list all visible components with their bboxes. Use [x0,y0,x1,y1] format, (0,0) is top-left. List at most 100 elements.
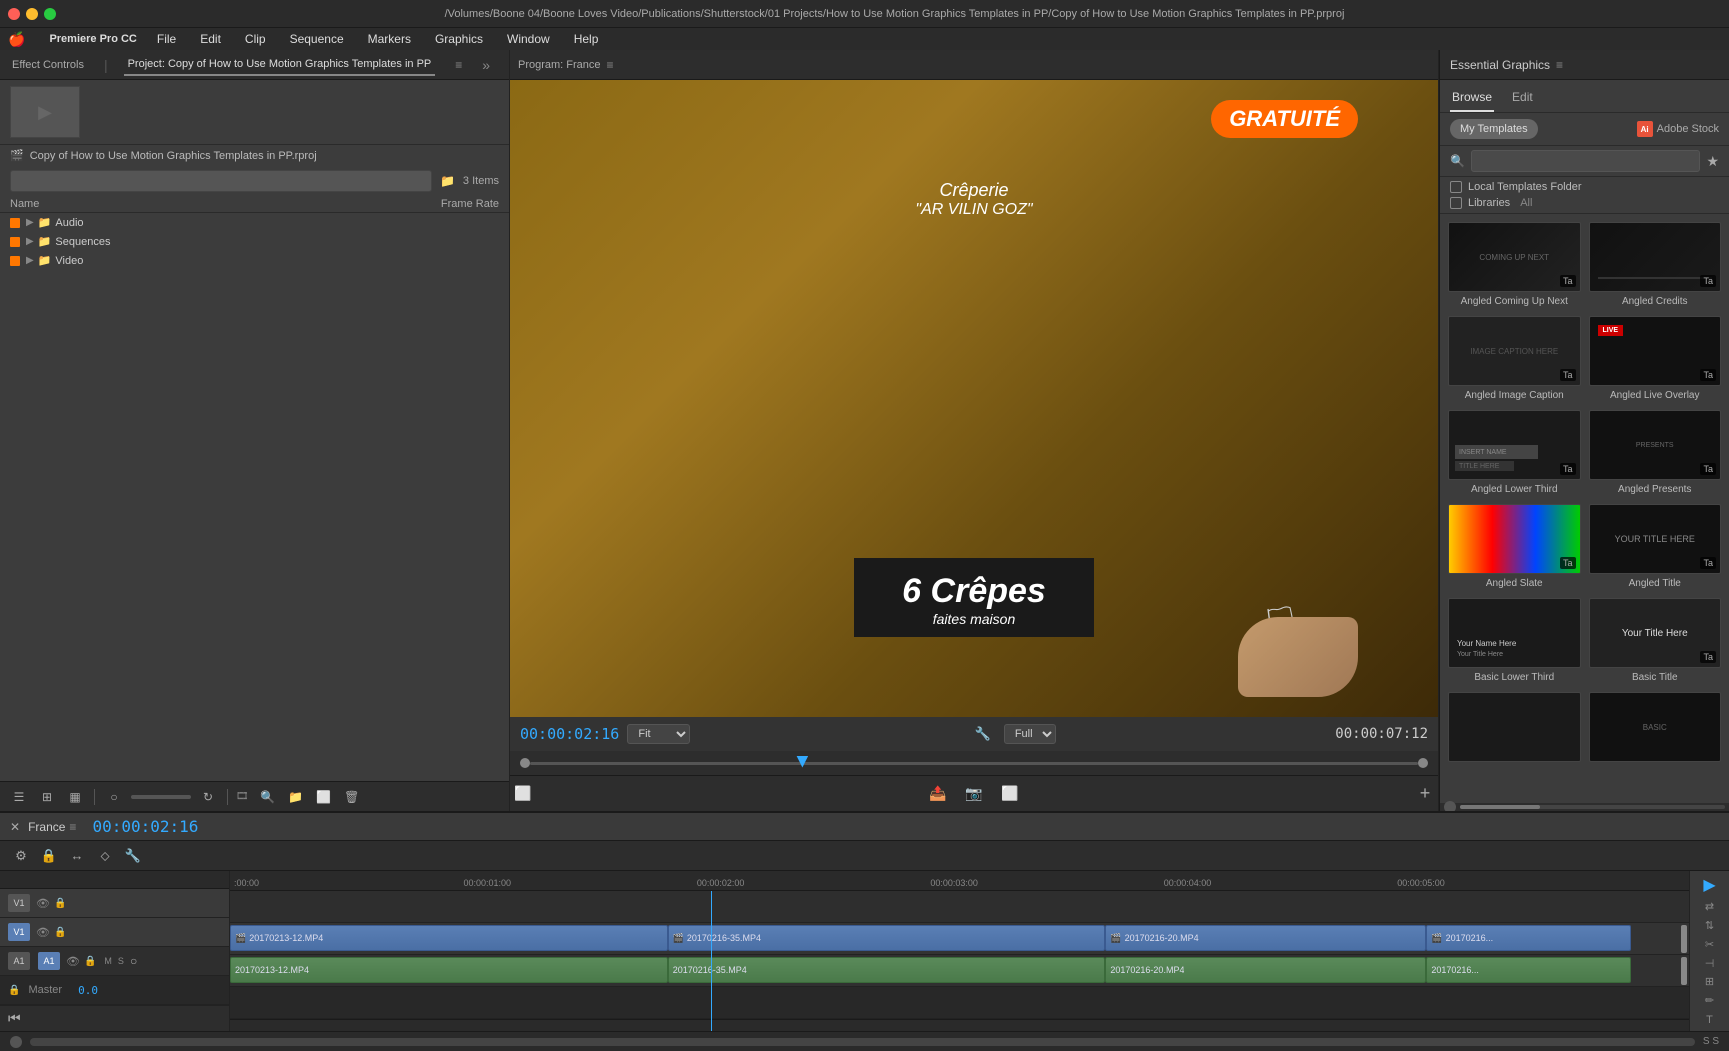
v1-sub-toggle[interactable]: V1 [8,923,30,941]
template-angled-coming-up-next[interactable]: COMING UP NEXT Ta Angled Coming Up Next [1448,222,1581,308]
refresh-btn[interactable]: ↻ [197,786,219,808]
quality-dropdown[interactable]: Full 1/2 1/4 [1004,724,1056,744]
project-tab-menu[interactable]: ≡ [455,58,462,72]
tl-track-select-btn[interactable]: ↔ [66,845,88,867]
clip-block[interactable]: 20170216... [1426,957,1630,983]
monitor-menu-btn[interactable]: ≡ [607,58,614,72]
tab-project[interactable]: Project: Copy of How to Use Motion Graph… [124,54,436,76]
template-basic-lower-third[interactable]: Your Name Here Your Title Here Basic Low… [1448,598,1581,684]
tl-edit-type-btn[interactable]: ⊞ [1699,974,1721,989]
timeline-playhead[interactable] [711,891,712,1031]
panel-expand[interactable]: » [482,57,490,73]
maximize-button[interactable] [44,8,56,20]
close-button[interactable] [8,8,20,20]
template-angled-presents[interactable]: PRESENTS Ta Angled Presents [1589,410,1722,496]
tl-extend-btn[interactable]: ⊣ [1699,956,1721,971]
tab-effect-controls[interactable]: Effect Controls [8,55,88,75]
my-templates-btn[interactable]: My Templates [1450,119,1538,139]
play-back-btn[interactable]: 📤 [926,782,950,806]
scroll-thumb[interactable] [1460,805,1540,809]
a1-lock[interactable]: 🔒 [84,956,96,967]
camera-btn[interactable]: 📷 [962,782,986,806]
template-bottom2[interactable]: BASIC [1589,692,1722,765]
mac-window-controls[interactable] [8,8,56,20]
clip-block[interactable]: 🎬 20170216... [1426,925,1630,951]
tl-ripple-btn[interactable]: ⚙ [10,845,32,867]
v1-sub-lock[interactable]: 🔒 [54,927,66,938]
scroll-track[interactable] [1460,805,1725,809]
tl-play-btn[interactable]: ▶ [1696,875,1724,895]
template-angled-image-caption[interactable]: IMAGE CAPTION HERE Ta Angled Image Capti… [1448,316,1581,402]
monitor-zoom-btn[interactable]: ⬜ [510,781,536,807]
fit-dropdown[interactable]: Fit 25% 50% 75% 100% [627,724,690,744]
a1-eye[interactable]: 👁 [66,955,80,968]
tl-lock-btn[interactable]: 🔒 [38,845,60,867]
menu-sequence[interactable]: Sequence [286,30,348,48]
timeline-zoom-scroll[interactable] [30,1038,1695,1046]
new-bin-btn2[interactable]: ⬜ [313,786,335,808]
template-angled-title[interactable]: YOUR TITLE HERE Ta Angled Title [1589,504,1722,590]
apple-menu[interactable]: 🍎 [8,31,25,48]
list-view-btn[interactable]: ☰ [8,786,30,808]
minimize-button[interactable] [26,8,38,20]
playhead-marker[interactable] [796,756,808,768]
tl-nudge-btn[interactable]: ⇄ [1699,899,1721,914]
clip-block[interactable]: 20170216-20.MP4 [1105,957,1426,983]
search-project-btn[interactable]: 🔍 [257,786,279,808]
template-angled-credits[interactable]: Ta Angled Credits [1589,222,1722,308]
tl-marker-btn[interactable]: ⬦ [94,845,116,867]
eg-scrollbar[interactable] [1440,803,1729,811]
folder-btn[interactable]: 📁 [285,786,307,808]
a1-toggle[interactable]: A1 [8,952,30,970]
eg-menu-btn[interactable]: ≡ [1556,58,1563,72]
template-angled-slate[interactable]: Ta Angled Slate [1448,504,1581,590]
template-angled-lower-third[interactable]: INSERT NAME TITLE HERE Ta Angled Lower T… [1448,410,1581,496]
tab-browse[interactable]: Browse [1450,86,1494,112]
monitor-scrub[interactable] [510,751,1438,775]
zoom-slider[interactable] [131,795,191,799]
expand-icon[interactable]: ▶ [26,236,34,247]
expand-icon[interactable]: ▶ [26,255,34,266]
template-bottom1[interactable] [1448,692,1581,765]
clip-block[interactable]: 🎬 20170216-35.MP4 [668,925,1106,951]
expand-icon[interactable]: ▶ [26,217,34,228]
template-angled-live-overlay[interactable]: LIVE Ta Angled Live Overlay [1589,316,1722,402]
tl-type-btn[interactable]: T [1699,1012,1721,1027]
timeline-close-btn[interactable]: ✕ [10,820,20,834]
scrub-line[interactable] [530,762,1418,765]
adobe-stock-btn[interactable]: Ai Adobe Stock [1637,121,1719,137]
v1-eye[interactable]: 👁 [36,897,50,910]
menu-markers[interactable]: Markers [364,30,415,48]
insert-btn[interactable]: ⬜ [998,782,1022,806]
list-item[interactable]: ▶ 📁 Audio [0,213,509,232]
clip-block[interactable]: 20170216-35.MP4 [668,957,1106,983]
delete-btn[interactable]: 🗑 [341,786,363,808]
eg-search-input[interactable] [1471,150,1700,172]
a1-sub-toggle[interactable]: A1 [38,952,60,970]
v1-toggle[interactable]: V1 [8,894,30,912]
clip-block[interactable]: 🎬 20170213-12.MP4 [230,925,668,951]
v1-sub-eye[interactable]: 👁 [36,926,50,939]
v1-lock[interactable]: 🔒 [54,898,66,909]
menu-graphics[interactable]: Graphics [431,30,487,48]
icon-view-btn[interactable]: ▦ [64,786,86,808]
menu-file[interactable]: File [153,30,180,48]
add-btn[interactable]: + [1412,781,1438,807]
tl-nudge2-btn[interactable]: ⇅ [1699,918,1721,933]
libraries-checkbox[interactable] [1450,197,1462,209]
clip-block[interactable]: 20170213-12.MP4 [230,957,668,983]
grid-view-btn[interactable]: ⊞ [36,786,58,808]
list-item[interactable]: ▶ 📁 Video [0,251,509,270]
favorites-btn[interactable]: ★ [1706,153,1719,170]
menu-edit[interactable]: Edit [196,30,225,48]
zoom-minus-btn[interactable] [10,1036,22,1048]
wrench-btn[interactable]: 🔧 [970,721,996,747]
new-bin-button[interactable]: 📁 [440,174,455,188]
menu-help[interactable]: Help [570,30,603,48]
timeline-menu-btn[interactable]: ≡ [69,820,76,834]
a1-vol-knob[interactable]: ○ [130,954,137,968]
tab-edit[interactable]: Edit [1510,86,1535,112]
project-search-input[interactable] [10,170,432,192]
go-to-start-btn[interactable]: ⏮ [8,1010,21,1027]
local-templates-checkbox[interactable] [1450,181,1462,193]
